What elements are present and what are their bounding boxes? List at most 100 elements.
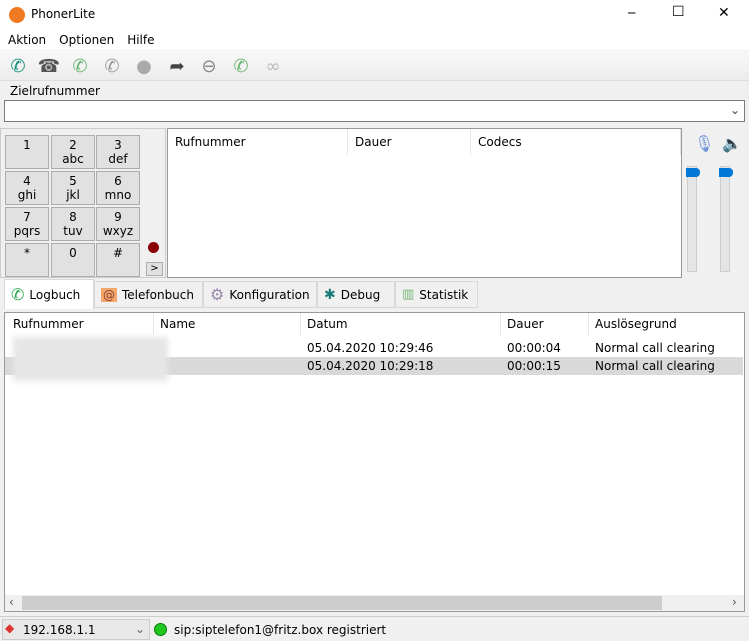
column-header-datum[interactable]: Datum [301,313,501,335]
keypad-key[interactable]: # [96,243,140,277]
key-digit: # [112,246,124,260]
keypad-key[interactable]: 6 mno [96,171,140,205]
menu-hilfe[interactable]: Hilfe [119,30,159,47]
status-bar: ◆ 192.168.1.1 ⌄ sip:siptelefon1@fritz.bo… [0,616,749,641]
tab-label: Statistik [419,287,469,302]
bug-icon: ✱ [324,286,336,303]
row-datum: 05.04.2020 10:29:18 [307,359,434,373]
keypad-key[interactable]: 1 [5,135,49,169]
key-digit: * [24,246,30,260]
maximize-button[interactable]: ☐ [672,4,685,20]
tab-label: Debug [340,287,381,302]
ip-address: 192.168.1.1 [23,623,96,637]
row-datum: 05.04.2020 10:29:46 [307,341,434,355]
key-letters: ghi [17,188,37,202]
keypad-key[interactable]: 5 jkl [51,171,95,205]
logbuch-icon: ✆ [11,285,25,304]
microphone-muted-icon[interactable]: 🎙 [694,134,714,153]
status-led-icon [148,242,159,253]
close-button[interactable]: ✕ [718,5,730,21]
key-letters: mno [104,188,132,202]
key-digit: 0 [69,246,77,260]
dial-number-input[interactable] [4,100,745,122]
tab-logbuch[interactable]: ✆ Logbuch [4,279,94,309]
tab-debug[interactable]: ✱ Debug [317,281,395,308]
dial-dropdown-chevron-icon[interactable]: ⌄ [730,103,740,117]
key-letters: tuv [63,224,83,238]
hangup-icon[interactable]: ☎ [37,55,61,77]
keypad-key[interactable]: 0 [51,243,95,277]
call-icon[interactable]: ✆ [6,55,30,77]
hold-icon[interactable]: ✆ [100,55,124,77]
speaker-slider-thumb[interactable] [719,168,733,177]
menu-optionen[interactable]: Optionen [51,30,119,47]
scroll-left-icon[interactable]: ‹ [9,595,14,609]
key-digit: 8 [69,210,77,224]
tab-label: Logbuch [29,287,81,302]
key-letters: pqrs [13,224,41,238]
phonebook-icon: @ [101,287,117,302]
column-header-dauer[interactable]: Dauer [348,129,471,155]
tab-label: Telefonbuch [122,287,194,302]
gear-icon: ⚙ [210,285,225,304]
registration-status: sip:siptelefon1@fritz.box registriert [174,623,387,637]
column-header-codecs[interactable]: Codecs [471,129,681,155]
reject-icon[interactable]: ⊖ [197,55,221,77]
keypad-key[interactable]: 4 ghi [5,171,49,205]
chevron-down-icon: ⌄ [135,622,146,636]
key-letters: def [108,152,128,166]
waiting-call-icon[interactable]: ✆ [229,55,253,77]
anonymous-icon[interactable]: ∞ [261,55,285,77]
keypad-expand-button[interactable]: > [146,262,163,276]
keypad-key[interactable]: 3 def [96,135,140,169]
column-header-dauer[interactable]: Dauer [501,313,589,335]
key-digit: 9 [114,210,122,224]
key-digit: 6 [114,174,122,188]
keypad-key[interactable]: 7 pqrs [5,207,49,241]
title-bar: PhonerLite ─ ☐ ✕ [0,0,749,30]
volume-panel: 🎙 🔈 [684,128,749,278]
column-header-rufnummer[interactable]: Rufnummer [7,313,154,335]
minimize-button[interactable]: ─ [628,6,635,20]
microphone-slider-thumb[interactable] [686,168,700,177]
row-dauer: 00:00:15 [507,359,561,373]
key-digit: 2 [69,138,77,152]
column-header-ausloesegrund[interactable]: Auslösegrund [589,313,744,335]
active-calls-list: Rufnummer Dauer Codecs [167,128,682,278]
keypad-key[interactable]: 9 wxyz [96,207,140,241]
forward-icon[interactable]: ➦ [165,55,189,77]
menu-bar: Aktion Optionen Hilfe [0,30,749,50]
key-letters: abc [62,152,84,166]
microphone-volume-slider[interactable] [687,166,697,272]
column-header-rufnummer[interactable]: Rufnummer [168,129,348,155]
app-logo-icon [9,7,25,23]
key-letters: wxyz [102,224,134,238]
scrollbar-thumb[interactable] [22,596,662,610]
key-digit: 4 [23,174,31,188]
key-digit: 3 [114,138,122,152]
tab-statistik[interactable]: ▥ Statistik [395,281,478,308]
row-grund: Normal call clearing [595,341,715,355]
row-grund: Normal call clearing [595,359,715,373]
keypad-key[interactable]: * [5,243,49,277]
row-dauer: 00:00:04 [507,341,561,355]
tab-telefonbuch[interactable]: @ Telefonbuch [94,281,203,308]
speaker-muted-icon[interactable]: 🔈 [722,134,742,153]
window-title: PhonerLite [31,7,96,21]
menu-aktion[interactable]: Aktion [0,30,51,47]
call-log-list: Rufnummer Name Datum Dauer Auslösegrund … [4,312,745,612]
chart-icon: ▥ [402,287,415,302]
tab-label: Konfiguration [229,287,310,302]
keypad-key[interactable]: 8 tuv [51,207,95,241]
speaker-volume-slider[interactable] [720,166,730,272]
keypad-key[interactable]: 2 abc [51,135,95,169]
keypad: 1 2 abc 3 def 4 ghi 5 jkl 6 mno 7 pqrs 8 tuv 9 wxyz * 0 # > [0,128,166,278]
toolbar: ✆ ☎ ✆ ✆ ● ➦ ⊖ ✆ ∞ [0,51,749,81]
horizontal-scrollbar[interactable]: ‹ › [5,595,744,611]
interface-select[interactable]: ◆ 192.168.1.1 ⌄ [2,619,150,640]
column-header-name[interactable]: Name [154,313,301,335]
tab-konfiguration[interactable]: ⚙ Konfiguration [203,281,317,308]
conference-icon[interactable]: ● [132,55,156,77]
scroll-right-icon[interactable]: › [732,595,737,609]
callback-icon[interactable]: ✆ [68,55,92,77]
